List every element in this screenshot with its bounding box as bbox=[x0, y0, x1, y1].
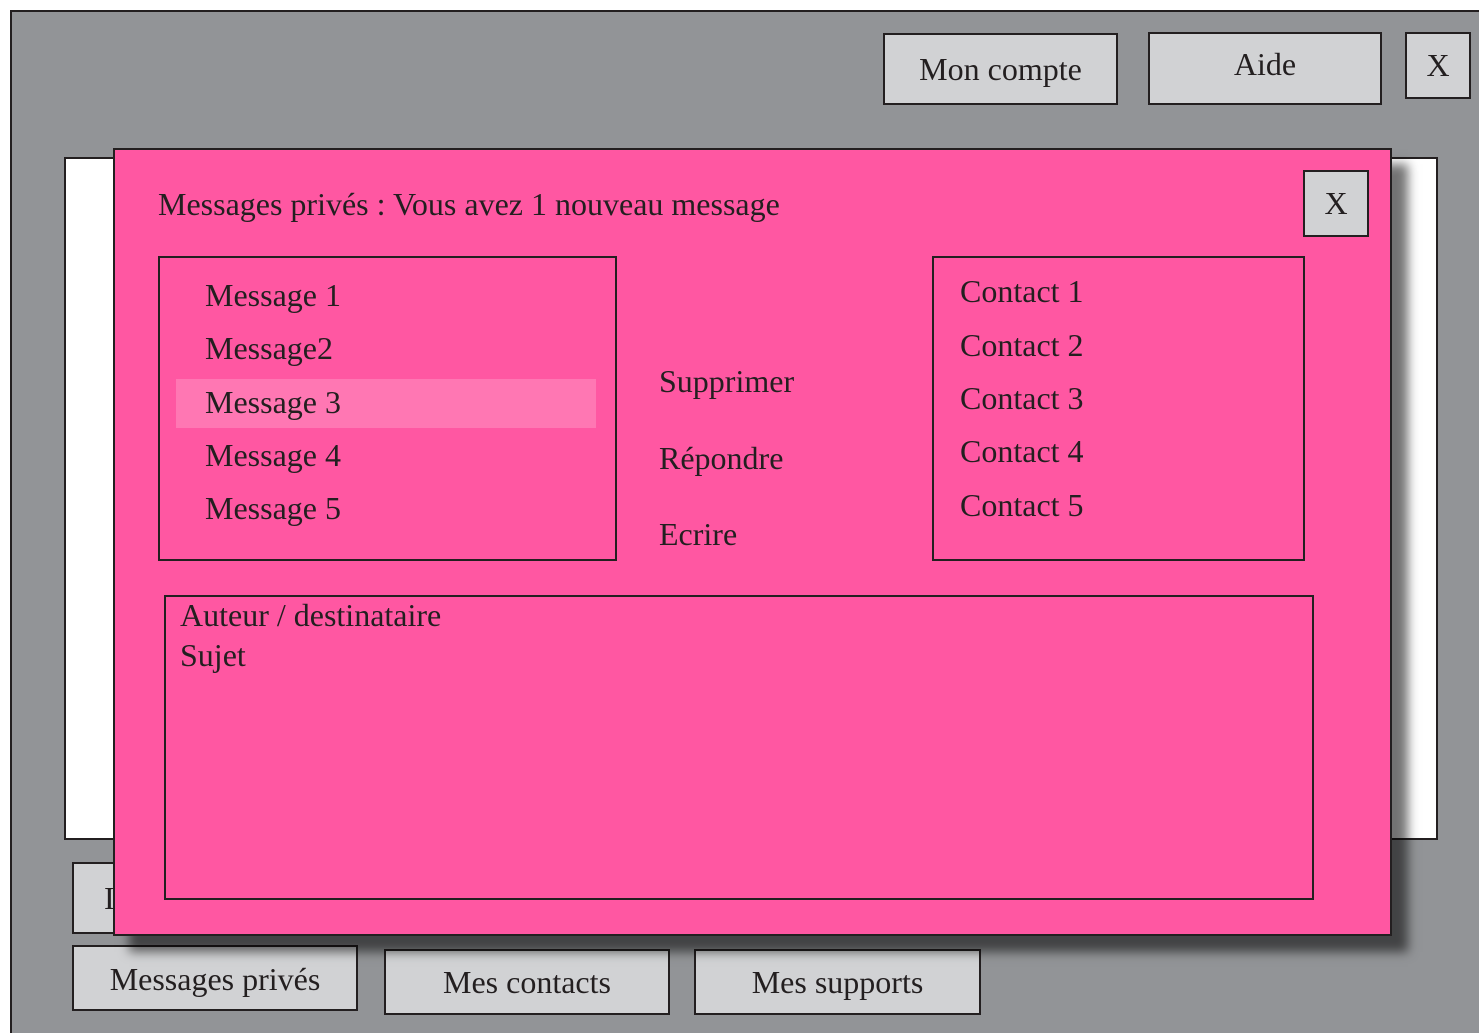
reply-action[interactable]: Répondre bbox=[659, 440, 783, 477]
dialog-close-button[interactable]: X bbox=[1303, 170, 1369, 237]
contact-item-4[interactable]: Contact 4 bbox=[960, 433, 1084, 470]
dialog-title: Messages privés : Vous avez 1 nouveau me… bbox=[158, 186, 780, 222]
private-messages-dialog: Messages privés : Vous avez 1 nouveau me… bbox=[113, 148, 1392, 936]
private-messages-label: Messages privés bbox=[109, 961, 321, 997]
contact-item-1[interactable]: Contact 1 bbox=[960, 273, 1084, 310]
contact-item-2[interactable]: Contact 2 bbox=[960, 327, 1084, 364]
my-contacts-label: Mes contacts bbox=[443, 963, 611, 1000]
close-icon: X bbox=[1324, 185, 1348, 221]
contact-item-3[interactable]: Contact 3 bbox=[960, 380, 1084, 417]
window-close-button[interactable]: X bbox=[1405, 32, 1471, 99]
message-item-5[interactable]: Message 5 bbox=[205, 490, 341, 527]
my-supports-button[interactable]: Mes supports bbox=[694, 949, 981, 1015]
messages-list: Message 1 Message2 Message 3 Message 4 M… bbox=[158, 256, 617, 561]
my-contacts-button[interactable]: Mes contacts bbox=[384, 949, 670, 1015]
message-item-1[interactable]: Message 1 bbox=[205, 277, 341, 314]
preview-author-label: Auteur / destinataire bbox=[180, 597, 442, 633]
my-account-button[interactable]: Mon compte bbox=[883, 33, 1118, 105]
close-icon: X bbox=[1426, 47, 1450, 83]
preview-subject-label: Sujet bbox=[180, 637, 246, 673]
contact-item-5[interactable]: Contact 5 bbox=[960, 487, 1084, 524]
message-preview: Auteur / destinataire Sujet bbox=[164, 595, 1314, 900]
private-messages-button[interactable]: Messages privés bbox=[72, 945, 358, 1011]
my-supports-label: Mes supports bbox=[751, 963, 924, 1000]
my-account-label: Mon compte bbox=[919, 50, 1082, 87]
message-item-4[interactable]: Message 4 bbox=[205, 437, 341, 474]
delete-action[interactable]: Supprimer bbox=[659, 363, 794, 400]
contacts-list: Contact 1 Contact 2 Contact 3 Contact 4 … bbox=[932, 256, 1305, 561]
message-item-2[interactable]: Message2 bbox=[205, 330, 333, 367]
write-action[interactable]: Ecrire bbox=[659, 516, 737, 553]
help-label: Aide bbox=[1233, 46, 1297, 82]
help-button[interactable]: Aide bbox=[1148, 32, 1382, 105]
message-item-3[interactable]: Message 3 bbox=[205, 384, 341, 421]
